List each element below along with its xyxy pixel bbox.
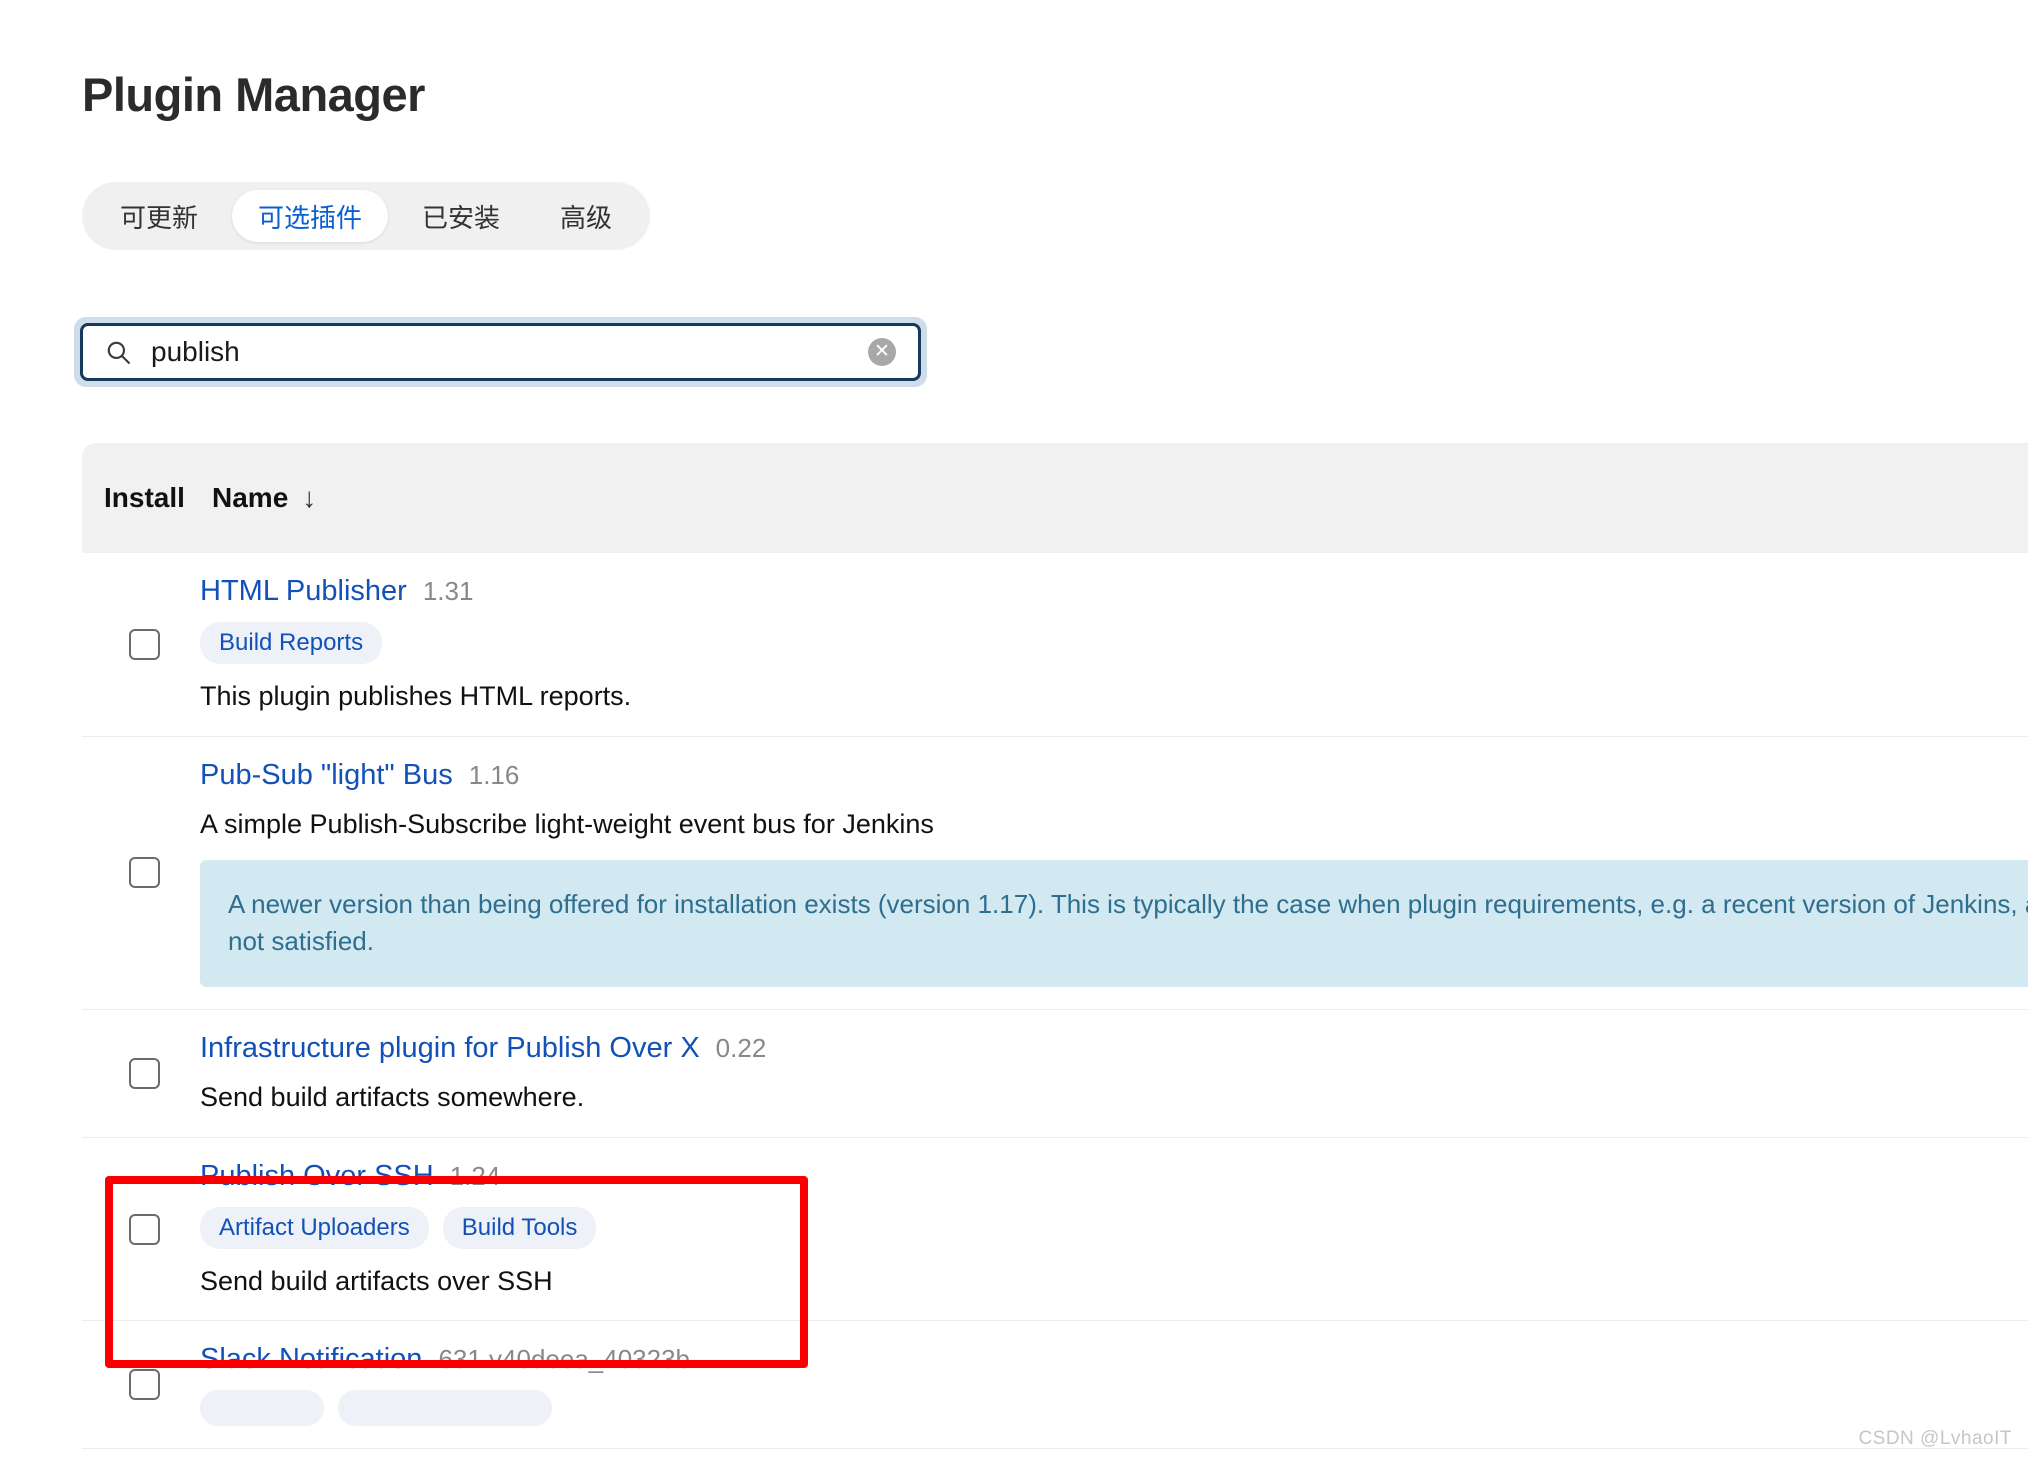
column-header-name[interactable]: Name ↓ bbox=[212, 482, 316, 514]
install-cell bbox=[82, 628, 200, 660]
plugin-name-link[interactable]: Pub-Sub "light" Bus bbox=[200, 759, 453, 792]
plugin-table: Install Name ↓ HTML Publisher 1.31 Build… bbox=[82, 443, 2028, 1450]
install-checkbox[interactable] bbox=[128, 1213, 160, 1245]
watermark: CSDN @LvhaoIT bbox=[1858, 1428, 2012, 1449]
plugin-cell: Infrastructure plugin for Publish Over X… bbox=[200, 1010, 2028, 1137]
plugin-description: Send build artifacts over SSH bbox=[200, 1265, 553, 1296]
page-title: Plugin Manager bbox=[82, 68, 425, 122]
tab-installed[interactable]: 已安装 bbox=[396, 190, 526, 242]
plugin-cell: Pub-Sub "light" Bus 1.16 A simple Publis… bbox=[200, 737, 2028, 1009]
plugin-version: 0.22 bbox=[715, 1032, 767, 1063]
plugin-label-chip[interactable] bbox=[200, 1390, 324, 1427]
plugin-title-line: Pub-Sub "light" Bus 1.16 bbox=[200, 759, 2028, 792]
clear-search-icon[interactable]: ✕ bbox=[868, 338, 896, 366]
plugin-cell: Slack Notification 631.v40deea_40323b bbox=[200, 1321, 2028, 1448]
search-field[interactable]: ✕ bbox=[80, 323, 921, 381]
plugin-version: 1.31 bbox=[422, 576, 474, 606]
plugin-cell: HTML Publisher 1.31 Build Reports This p… bbox=[200, 553, 2028, 736]
search-input[interactable] bbox=[83, 326, 918, 378]
plugin-version-warning: A newer version than being offered for i… bbox=[200, 859, 2028, 987]
plugin-name-link[interactable]: Publish Over SSH bbox=[200, 1160, 434, 1193]
sort-descending-icon[interactable]: ↓ bbox=[302, 482, 316, 514]
column-header-name-label: Name bbox=[212, 482, 289, 513]
plugin-version: 1.24 bbox=[449, 1160, 501, 1191]
plugin-title-line: Slack Notification 631.v40deea_40323b bbox=[200, 1343, 2028, 1376]
install-cell bbox=[82, 857, 200, 889]
install-checkbox[interactable] bbox=[128, 857, 160, 889]
plugin-name-link[interactable]: HTML Publisher bbox=[200, 575, 407, 608]
tab-advanced[interactable]: 高级 bbox=[534, 190, 638, 242]
plugin-labels: Artifact Uploaders Build Tools bbox=[200, 1206, 2028, 1249]
plugin-version: 1.16 bbox=[468, 759, 520, 790]
install-cell bbox=[82, 1369, 200, 1401]
table-row: HTML Publisher 1.31 Build Reports This p… bbox=[82, 553, 2028, 737]
plugin-name-link[interactable]: Infrastructure plugin for Publish Over X bbox=[200, 1032, 700, 1065]
plugin-title-line: Infrastructure plugin for Publish Over X… bbox=[200, 1032, 2028, 1065]
plugin-description: This plugin publishes HTML reports. bbox=[200, 681, 632, 711]
plugin-labels: Build Reports bbox=[200, 622, 2028, 664]
plugin-title-line: HTML Publisher 1.31 bbox=[200, 575, 2028, 608]
column-header-install: Install bbox=[104, 482, 185, 513]
table-row: Infrastructure plugin for Publish Over X… bbox=[82, 1010, 2028, 1138]
plugin-label-chip[interactable]: Build Reports bbox=[200, 622, 383, 664]
plugin-label-chip[interactable]: Build Tools bbox=[442, 1206, 597, 1249]
install-checkbox[interactable] bbox=[128, 1057, 160, 1089]
plugin-version: 631.v40deea_40323b bbox=[438, 1344, 691, 1375]
table-header: Install Name ↓ bbox=[82, 443, 2028, 553]
plugin-name-link[interactable]: Slack Notification bbox=[200, 1343, 422, 1376]
table-row: Pub-Sub "light" Bus 1.16 A simple Publis… bbox=[82, 737, 2028, 1010]
tab-available[interactable]: 可选插件 bbox=[232, 190, 389, 242]
table-row: Publish Over SSH 1.24 Artifact Uploaders… bbox=[82, 1138, 2028, 1322]
plugin-label-chip[interactable]: Artifact Uploaders bbox=[200, 1206, 429, 1249]
plugin-description: Send build artifacts somewhere. bbox=[200, 1081, 585, 1112]
tab-group: 可更新 可选插件 已安装 高级 bbox=[82, 182, 651, 250]
plugin-cell: Publish Over SSH 1.24 Artifact Uploaders… bbox=[200, 1138, 2028, 1321]
search-container: ✕ bbox=[74, 317, 927, 387]
plugin-title-line: Publish Over SSH 1.24 bbox=[200, 1160, 2028, 1193]
table-row: Slack Notification 631.v40deea_40323b bbox=[82, 1321, 2028, 1450]
plugin-manager-page: Plugin Manager 可更新 可选插件 已安装 高级 ✕ Install… bbox=[0, 0, 2028, 1458]
install-checkbox[interactable] bbox=[128, 628, 160, 660]
plugin-description: A simple Publish-Subscribe light-weight … bbox=[200, 808, 934, 839]
install-cell bbox=[82, 1213, 200, 1245]
install-checkbox[interactable] bbox=[128, 1369, 160, 1401]
install-cell bbox=[82, 1057, 200, 1089]
tab-updates[interactable]: 可更新 bbox=[94, 190, 224, 242]
plugin-labels bbox=[200, 1390, 2028, 1427]
plugin-label-chip[interactable] bbox=[338, 1390, 552, 1427]
